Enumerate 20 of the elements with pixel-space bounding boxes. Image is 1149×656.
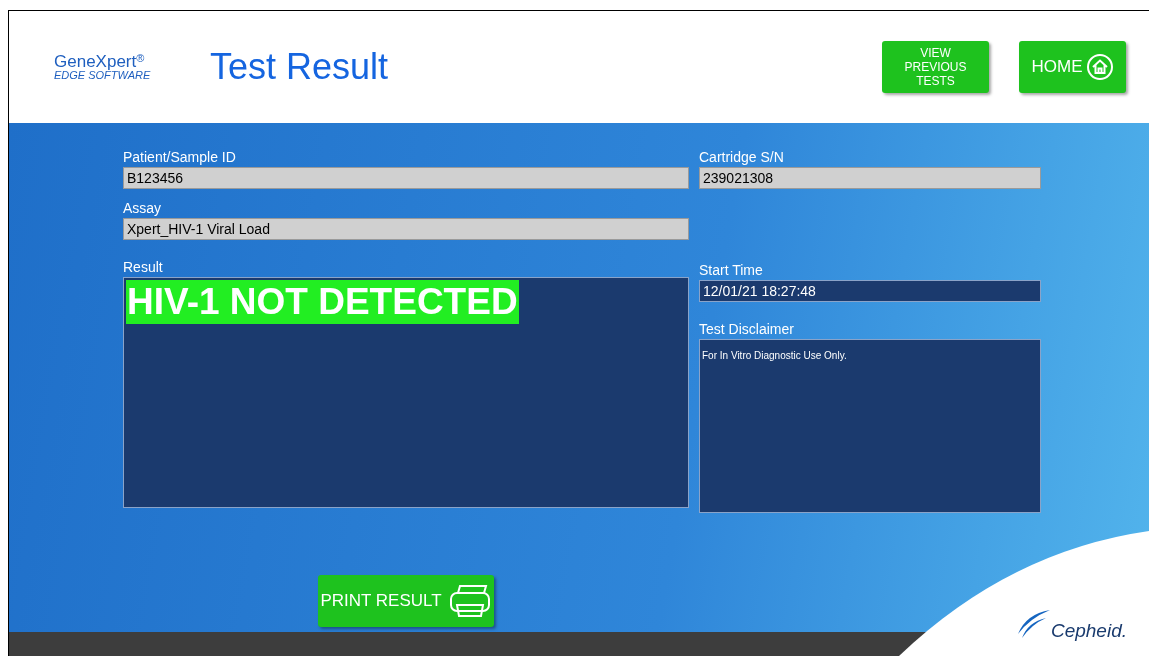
view-previous-tests-button[interactable]: VIEW PREVIOUS TESTS	[882, 41, 989, 93]
field-label: Assay	[123, 201, 163, 215]
printer-icon	[447, 583, 492, 619]
value-field: B123456	[123, 167, 689, 189]
field-label: Test Disclaimer	[699, 322, 795, 336]
value-field: Xpert_HIV-1 Viral Load	[123, 218, 689, 240]
home-button[interactable]: HOME	[1019, 41, 1126, 93]
print-result-button[interactable]: PRINT RESULT	[318, 575, 494, 627]
field-label: Patient/Sample ID	[123, 150, 237, 164]
field-label: Start Time	[699, 263, 764, 277]
result-value: HIV-1 NOT DETECTED	[126, 280, 519, 324]
disclaimer-text: For In Vitro Diagnostic Use Only.	[702, 350, 847, 361]
field-label: Cartridge S/N	[699, 150, 785, 164]
home-icon	[1085, 53, 1114, 81]
field-label: Result	[123, 260, 164, 274]
value-field: 239021308	[699, 167, 1041, 189]
value-field: 12/01/21 18:27:48	[699, 280, 1041, 302]
app-logo: GeneXpert$^{®}$ EDGE SOFTWARE	[54, 53, 152, 81]
page-title: Test Result	[210, 45, 389, 89]
brand-name: Cepheid.	[1050, 621, 1127, 640]
